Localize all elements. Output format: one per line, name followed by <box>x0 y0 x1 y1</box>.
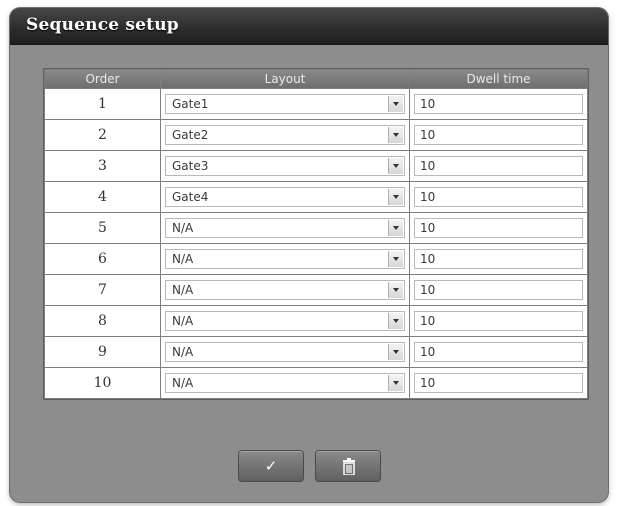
order-cell: 9 <box>45 337 160 367</box>
dwell-time-input[interactable] <box>414 249 583 269</box>
layout-cell: N/A <box>161 275 409 305</box>
table-row: 3 Gate3 <box>45 151 587 181</box>
dwell-time-cell <box>410 213 587 243</box>
layout-cell: N/A <box>161 306 409 336</box>
order-cell: 5 <box>45 213 160 243</box>
sequence-table: Order Layout Dwell time 1 Gate1 2 Gate2 3 Gat… <box>44 69 588 399</box>
layout-cell: Gate4 <box>161 182 409 212</box>
layout-select-value: Gate3 <box>172 159 209 173</box>
column-header-order: Order <box>45 70 160 88</box>
chevron-down-icon[interactable] <box>388 127 403 143</box>
dwell-time-cell <box>410 182 587 212</box>
chevron-down-icon[interactable] <box>388 158 403 174</box>
table-row: 7 N/A <box>45 275 587 305</box>
order-cell: 6 <box>45 244 160 274</box>
layout-cell: Gate2 <box>161 120 409 150</box>
chevron-down-icon[interactable] <box>388 96 403 112</box>
dwell-time-cell <box>410 89 587 119</box>
layout-cell: N/A <box>161 213 409 243</box>
layout-select[interactable]: N/A <box>165 342 405 362</box>
table-header-row: Order Layout Dwell time <box>45 70 587 88</box>
dwell-time-cell <box>410 244 587 274</box>
layout-select[interactable]: Gate4 <box>165 187 405 207</box>
button-bar: ✓ <box>10 450 608 484</box>
layout-cell: Gate1 <box>161 89 409 119</box>
dwell-time-input[interactable] <box>414 311 583 331</box>
layout-cell: N/A <box>161 337 409 367</box>
layout-select[interactable]: Gate3 <box>165 156 405 176</box>
table-row: 6 N/A <box>45 244 587 274</box>
sequence-setup-dialog: Sequence setup Order Layout Dwell time 1… <box>10 8 608 502</box>
layout-select[interactable]: N/A <box>165 280 405 300</box>
layout-select[interactable]: Gate1 <box>165 94 405 114</box>
layout-select-value: N/A <box>172 376 194 390</box>
layout-select-value: Gate1 <box>172 97 209 111</box>
chevron-down-icon[interactable] <box>388 375 403 391</box>
confirm-button[interactable]: ✓ <box>238 450 304 482</box>
order-cell: 4 <box>45 182 160 212</box>
layout-cell: Gate3 <box>161 151 409 181</box>
chevron-down-icon[interactable] <box>388 282 403 298</box>
dwell-time-input[interactable] <box>414 94 583 114</box>
dwell-time-cell <box>410 120 587 150</box>
layout-select[interactable]: N/A <box>165 373 405 393</box>
dwell-time-cell <box>410 306 587 336</box>
layout-select-value: N/A <box>172 314 194 328</box>
dwell-time-input[interactable] <box>414 218 583 238</box>
layout-select-value: N/A <box>172 283 194 297</box>
order-cell: 7 <box>45 275 160 305</box>
trash-icon <box>343 458 355 475</box>
layout-cell: N/A <box>161 368 409 398</box>
order-cell: 3 <box>45 151 160 181</box>
title-bar: Sequence setup <box>10 8 608 45</box>
order-cell: 8 <box>45 306 160 336</box>
layout-select[interactable]: N/A <box>165 218 405 238</box>
order-cell: 2 <box>45 120 160 150</box>
dwell-time-cell <box>410 337 587 367</box>
layout-select[interactable]: Gate2 <box>165 125 405 145</box>
dwell-time-cell <box>410 275 587 305</box>
dwell-time-cell <box>410 368 587 398</box>
sequence-table-container: Order Layout Dwell time 1 Gate1 2 Gate2 3 Gat… <box>43 68 589 400</box>
dwell-time-input[interactable] <box>414 156 583 176</box>
order-cell: 10 <box>45 368 160 398</box>
chevron-down-icon[interactable] <box>388 220 403 236</box>
chevron-down-icon[interactable] <box>388 313 403 329</box>
dwell-time-cell <box>410 151 587 181</box>
chevron-down-icon[interactable] <box>388 344 403 360</box>
table-row: 4 Gate4 <box>45 182 587 212</box>
table-row: 8 N/A <box>45 306 587 336</box>
layout-select-value: Gate4 <box>172 190 209 204</box>
layout-select-value: N/A <box>172 252 194 266</box>
chevron-down-icon[interactable] <box>388 251 403 267</box>
order-cell: 1 <box>45 89 160 119</box>
layout-cell: N/A <box>161 244 409 274</box>
dwell-time-input[interactable] <box>414 342 583 362</box>
chevron-down-icon[interactable] <box>388 189 403 205</box>
table-row: 5 N/A <box>45 213 587 243</box>
layout-select-value: Gate2 <box>172 128 209 142</box>
table-row: 1 Gate1 <box>45 89 587 119</box>
layout-select[interactable]: N/A <box>165 249 405 269</box>
table-row: 10 N/A <box>45 368 587 398</box>
column-header-layout: Layout <box>161 70 409 88</box>
dwell-time-input[interactable] <box>414 373 583 393</box>
table-row: 9 N/A <box>45 337 587 367</box>
checkmark-icon: ✓ <box>264 457 278 475</box>
layout-select-value: N/A <box>172 345 194 359</box>
column-header-dwell-time: Dwell time <box>410 70 587 88</box>
dwell-time-input[interactable] <box>414 125 583 145</box>
layout-select[interactable]: N/A <box>165 311 405 331</box>
table-row: 2 Gate2 <box>45 120 587 150</box>
dwell-time-input[interactable] <box>414 280 583 300</box>
dwell-time-input[interactable] <box>414 187 583 207</box>
dialog-title: Sequence setup <box>26 15 179 35</box>
delete-button[interactable] <box>315 450 381 482</box>
layout-select-value: N/A <box>172 221 194 235</box>
